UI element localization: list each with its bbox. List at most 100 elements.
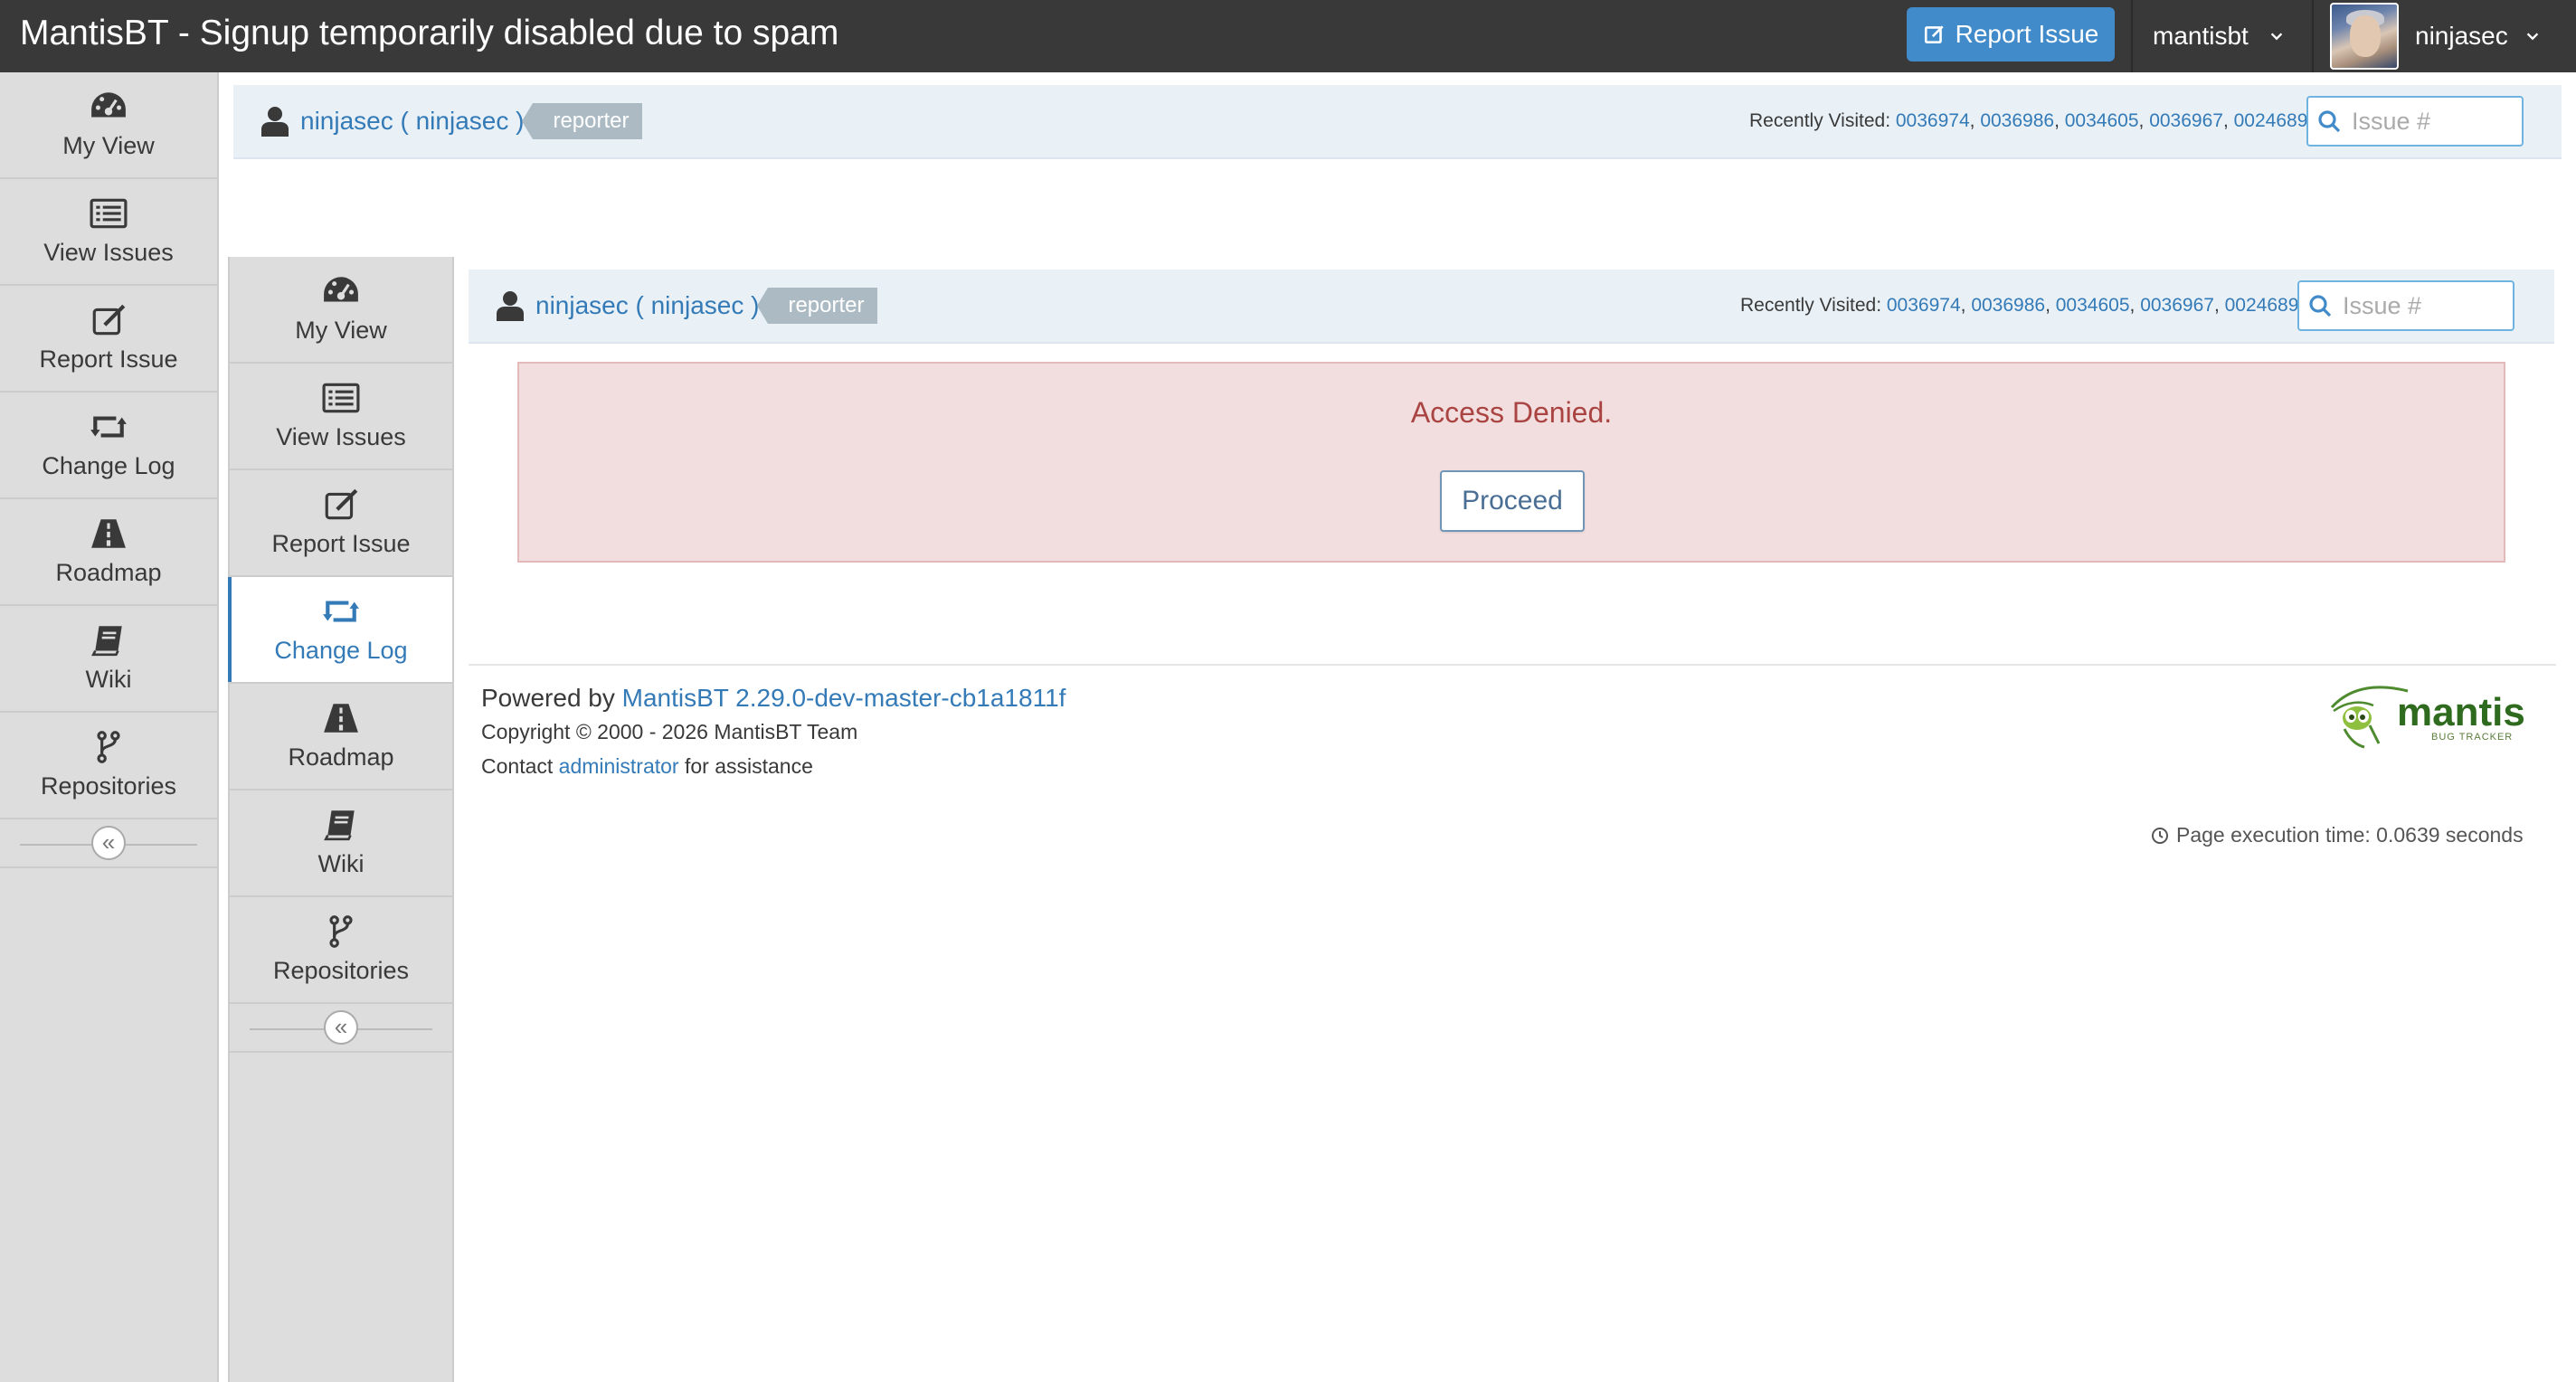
sidebar-item-repositories[interactable]: Repositories — [230, 897, 452, 1004]
sidebar-item-label: My View — [295, 316, 387, 344]
recent-issue-link[interactable]: 0036986 — [1971, 295, 2045, 316]
recent-issue-link[interactable]: 0024689 — [2234, 110, 2308, 131]
recent-issue-link[interactable]: 0036974 — [1896, 110, 1970, 131]
dashboard-icon — [324, 276, 358, 302]
sidebar-item-label: Roadmap — [55, 558, 162, 586]
dashboard-icon — [91, 91, 126, 118]
logo-subtext: BUG TRACKER — [2431, 732, 2513, 743]
sidebar-item-label: Wiki — [317, 849, 365, 877]
sidebar-item-my-view[interactable]: My View — [0, 72, 217, 179]
mantisbt-version-link[interactable]: MantisBT 2.29.0-dev-master-cb1a1811f — [622, 684, 1066, 712]
recent-issue-link[interactable]: 0036967 — [2149, 110, 2223, 131]
footer-copyright: Copyright © 2000 - 2026 MantisBT Team — [481, 720, 858, 743]
sidebar-item-wiki[interactable]: Wiki — [230, 790, 452, 897]
alert-message: Access Denied. — [1410, 396, 1613, 429]
sidebar-item-label: Change Log — [42, 451, 175, 479]
clock-icon — [2152, 827, 2168, 844]
issue-search-box — [2306, 96, 2524, 147]
user-link[interactable]: ninjasec ( ninjasec ) — [300, 107, 524, 136]
report-issue-label: Report Issue — [1955, 20, 2099, 48]
sidebar-item-report-issue[interactable]: Report Issue — [0, 286, 217, 393]
edit-icon — [92, 304, 126, 335]
sidebar-item-view-issues[interactable]: View Issues — [230, 364, 452, 470]
sidebar-item-label: Report Issue — [39, 345, 178, 373]
chevron-down-icon — [2270, 33, 2283, 41]
project-selector[interactable]: mantisbt — [2135, 0, 2310, 72]
user-icon — [261, 107, 289, 137]
edit-icon — [325, 488, 358, 519]
sidebar-item-label: My View — [62, 131, 155, 159]
sidebar-item-label: Wiki — [85, 665, 132, 693]
search-icon — [2309, 295, 2332, 317]
issue-search-input[interactable] — [2343, 291, 2496, 320]
avatar — [2330, 3, 2399, 70]
sidebar-item-label: View Issues — [43, 238, 174, 266]
book-icon — [91, 625, 122, 656]
code-fork-icon — [97, 730, 120, 763]
user-menu-label: ninjasec — [2415, 22, 2508, 50]
sidebar-item-roadmap[interactable]: Roadmap — [230, 684, 452, 790]
logo-text: mantis — [2397, 690, 2524, 734]
recent-issue-link[interactable]: 0034605 — [2065, 110, 2139, 131]
navbar-divider — [2131, 0, 2133, 72]
recently-visited: Recently Visited: 0036974, 0036986, 0034… — [1749, 110, 2308, 131]
user-link[interactable]: ninjasec ( ninjasec ) — [535, 291, 759, 320]
retweet-icon — [323, 600, 359, 622]
contact-prefix: Contact — [481, 754, 554, 778]
sidebar-item-repositories[interactable]: Repositories — [0, 713, 217, 819]
book-icon — [324, 809, 355, 840]
footer-contact: Contact administrator for assistance — [481, 754, 813, 779]
road-icon — [324, 703, 358, 733]
access-denied-alert: Access Denied. Proceed — [517, 362, 2505, 563]
top-navbar: MantisBT - Signup temporarily disabled d… — [0, 0, 2576, 72]
sidebar-collapse-button[interactable]: « — [91, 826, 126, 860]
report-issue-button[interactable]: Report Issue — [1907, 7, 2115, 62]
user-menu[interactable]: ninjasec — [2316, 0, 2576, 72]
sidebar-collapse-bar: « — [0, 819, 217, 868]
issue-search-input[interactable] — [2352, 107, 2505, 136]
sidebar-item-change-log[interactable]: Change Log — [0, 393, 217, 499]
sidebar-item-report-issue[interactable]: Report Issue — [230, 470, 452, 577]
recent-issue-link[interactable]: 0036967 — [2140, 295, 2214, 316]
proceed-button[interactable]: Proceed — [1440, 470, 1585, 532]
sidebar-collapse-bar: « — [230, 1004, 452, 1053]
recently-visited-label: Recently Visited: — [1740, 295, 1882, 316]
sidebar-item-my-view[interactable]: My View — [230, 257, 452, 364]
edit-icon — [1924, 25, 1944, 43]
sidebar-inner: My View View Issues Report Issue Change … — [228, 257, 454, 1382]
administrator-link[interactable]: administrator — [559, 754, 679, 778]
recent-issue-link[interactable]: 0036986 — [1980, 110, 2054, 131]
breadcrumb: ninjasec ( ninjasec ) reporter Recently … — [233, 85, 2562, 159]
execution-time-text: Page execution time: 0.0639 seconds — [2176, 823, 2524, 847]
sidebar-collapse-button[interactable]: « — [324, 1010, 358, 1045]
sidebar-item-wiki[interactable]: Wiki — [0, 606, 217, 713]
sidebar-item-label: Repositories — [40, 771, 177, 800]
list-icon — [322, 383, 360, 412]
app-title[interactable]: MantisBT - Signup temporarily disabled d… — [20, 9, 838, 58]
sidebar-item-label: Change Log — [274, 636, 408, 664]
recent-issue-link[interactable]: 0024689 — [2225, 295, 2299, 316]
sidebar-item-label: Roadmap — [288, 743, 394, 771]
code-fork-icon — [329, 914, 353, 948]
footer-powered-by: Powered by MantisBT 2.29.0-dev-master-cb… — [481, 684, 1065, 713]
sidebar-item-view-issues[interactable]: View Issues — [0, 179, 217, 286]
project-label: mantisbt — [2153, 22, 2249, 50]
powered-by-label: Powered by — [481, 684, 615, 712]
role-badge: reporter — [522, 103, 642, 139]
recent-issue-link[interactable]: 0036974 — [1887, 295, 1961, 316]
sidebar-item-roadmap[interactable]: Roadmap — [0, 499, 217, 606]
sidebar-outer: My View View Issues Report Issue Change … — [0, 72, 219, 1382]
recently-visited: Recently Visited: 0036974, 0036986, 0034… — [1740, 295, 2299, 316]
mantis-logo[interactable]: mantis BUG TRACKER — [2325, 680, 2525, 751]
recently-visited-label: Recently Visited: — [1749, 110, 1891, 131]
sidebar-item-label: View Issues — [276, 422, 406, 450]
breadcrumb: ninjasec ( ninjasec ) reporter Recently … — [469, 270, 2554, 344]
user-icon — [497, 291, 524, 321]
issue-search-box — [2297, 280, 2514, 331]
chevron-down-icon — [2526, 33, 2538, 41]
sidebar-item-label: Repositories — [272, 956, 410, 984]
recent-issue-link[interactable]: 0034605 — [2056, 295, 2130, 316]
road-icon — [91, 518, 126, 548]
sidebar-item-change-log[interactable]: Change Log — [228, 577, 452, 684]
role-badge: reporter — [757, 288, 877, 324]
